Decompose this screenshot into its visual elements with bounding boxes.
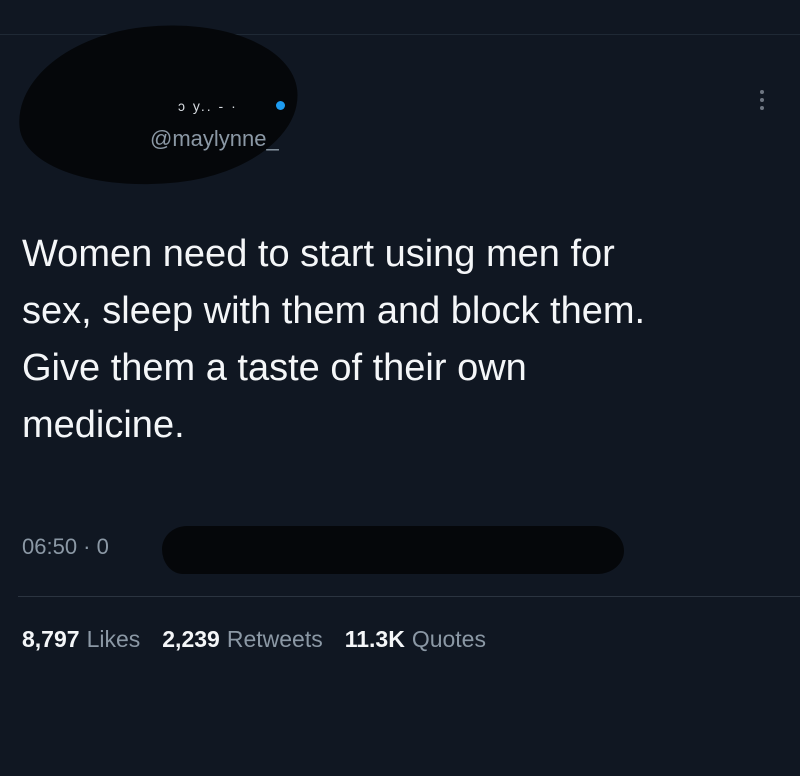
quotes-label: Quotes: [411, 626, 486, 652]
user-handle[interactable]: @maylynne_: [150, 124, 279, 154]
retweets-stat[interactable]: 2,239 Retweets: [162, 622, 322, 656]
display-name[interactable]: ɔ y.. - ·: [178, 99, 238, 113]
likes-stat[interactable]: 8,797 Likes: [22, 622, 140, 656]
quotes-count: 11.3K: [344, 626, 405, 652]
tweet-text: Women need to start using men for sex, s…: [22, 233, 646, 446]
more-options-icon[interactable]: [760, 90, 764, 110]
redaction-scribble-avatar: [10, 11, 306, 199]
stats-divider: [18, 596, 800, 597]
quotes-stat[interactable]: 11.3K Quotes: [345, 622, 486, 656]
engagement-stats: 8,797 Likes 2,239 Retweets 11.3K Quotes: [22, 622, 486, 656]
retweets-label: Retweets: [226, 626, 323, 652]
redaction-scribble-date: [162, 526, 624, 574]
retweets-count: 2,239: [162, 626, 220, 652]
likes-count: 8,797: [22, 626, 80, 652]
verified-badge-icon: [276, 101, 285, 110]
likes-label: Likes: [86, 626, 141, 652]
tweet-timestamp[interactable]: 06:50 · 0: [22, 530, 109, 564]
